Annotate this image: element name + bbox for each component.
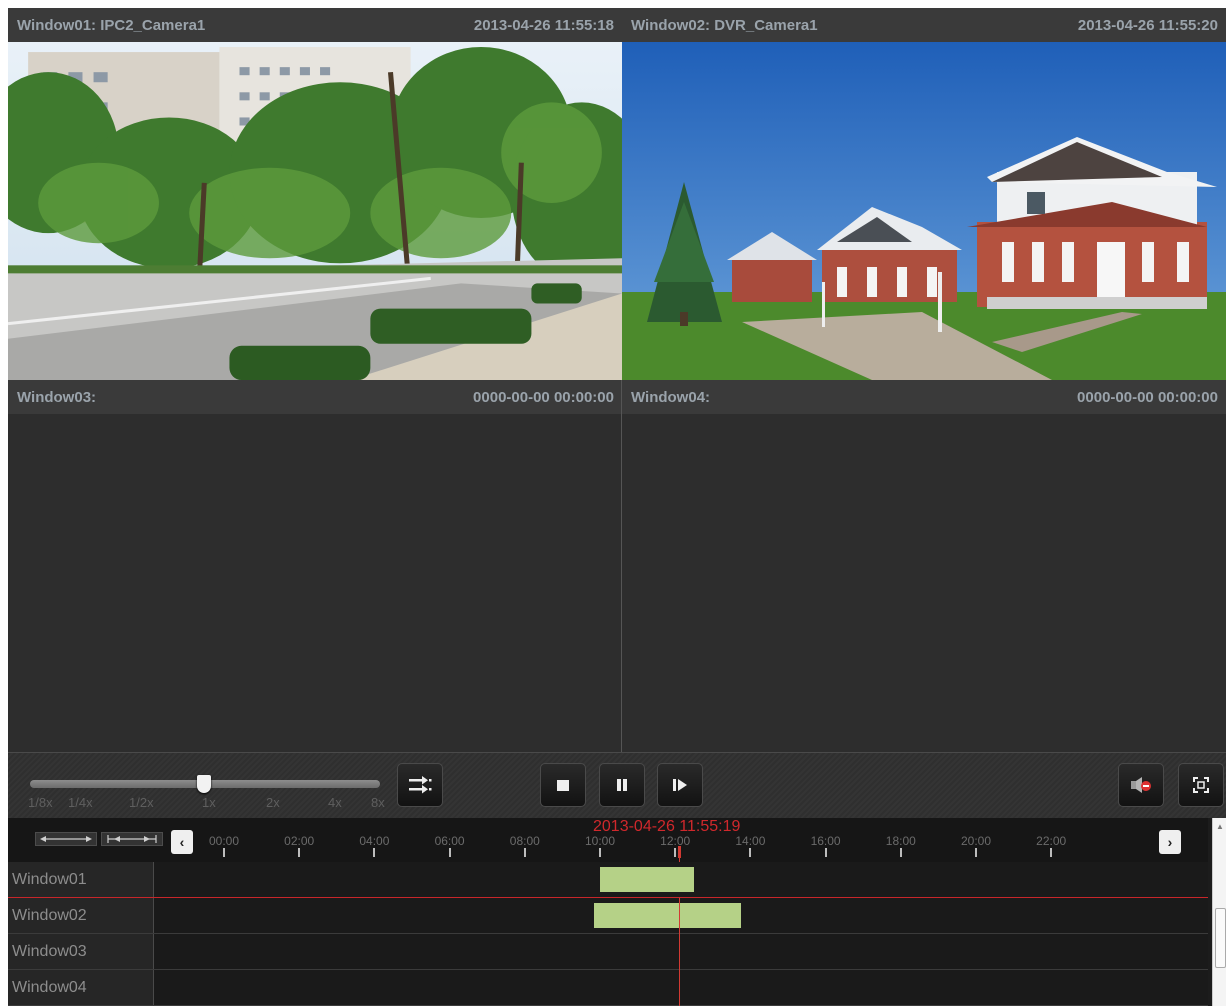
track-area[interactable] — [154, 862, 1208, 897]
hour-tick-label: 20:00 — [960, 834, 992, 848]
time-ruler[interactable]: ‹ 00:00 02:00 04:00 06:00 08:00 10:00 12:00 14:… — [8, 818, 1208, 862]
video-window-1-header: Window01: IPC2_Camera1 2013-04-26 11:55:… — [8, 8, 622, 42]
hour-tick-label: 14:00 — [735, 834, 766, 848]
speed-label: 1x — [202, 795, 216, 810]
video-window-2-title: Window02: DVR_Camera1 — [631, 16, 818, 34]
hour-tick-label: 08:00 — [509, 834, 540, 848]
hour-tick-label: 22:00 — [1036, 834, 1067, 848]
scroll-up-icon[interactable]: ▲ — [1216, 822, 1224, 831]
hour-tick-mark — [899, 848, 902, 857]
street-scene-video — [8, 42, 622, 380]
speed-label: 1/2x — [129, 795, 154, 810]
video-window-3[interactable]: Window03: 0000-00-00 00:00:00 — [8, 380, 622, 752]
playback-mode-button[interactable] — [397, 763, 443, 807]
video-window-1-timestamp: 2013-04-26 11:55:18 — [473, 16, 614, 34]
chevron-right-icon: › — [1167, 834, 1173, 850]
playback-control-bar: 1/8x 1/4x 1/2x 1x 2x 4x 8x — [8, 752, 1226, 818]
villa-scene-video — [622, 42, 1226, 380]
speed-labels: 1/8x 1/4x 1/2x 1x 2x 4x 8x — [28, 795, 388, 813]
single-frame-button[interactable] — [657, 763, 703, 807]
speed-slider-knob[interactable] — [197, 775, 211, 793]
video-window-3-feed[interactable] — [8, 414, 622, 752]
playback-app: Window01: IPC2_Camera1 2013-04-26 11:55:… — [0, 0, 1226, 1006]
recording-segment[interactable] — [593, 903, 741, 928]
video-window-2[interactable]: Window02: DVR_Camera1 2013-04-26 11:55:2… — [622, 8, 1226, 380]
chevron-left-icon: ‹ — [179, 834, 185, 850]
video-window-2-header: Window02: DVR_Camera1 2013-04-26 11:55:2… — [622, 8, 1226, 42]
video-window-1[interactable]: Window01: IPC2_Camera1 2013-04-26 11:55:… — [8, 8, 622, 380]
single-frame-icon — [673, 779, 687, 791]
current-playback-time: 2013-04-26 11:55:19 — [593, 818, 741, 835]
contract-arrows-icon — [107, 835, 157, 843]
track-area[interactable] — [154, 934, 1208, 969]
video-window-1-title: Window01: IPC2_Camera1 — [17, 16, 206, 34]
hour-tick-label: 16:00 — [810, 834, 841, 848]
stop-button[interactable] — [540, 763, 586, 807]
hour-tick-mark — [1050, 848, 1053, 857]
timeline-next-button[interactable]: › — [1159, 830, 1181, 854]
video-window-4-header: Window04: 0000-00-00 00:00:00 — [622, 380, 1226, 414]
track-area[interactable] — [154, 970, 1208, 1005]
hour-tick-label: 10:00 — [584, 834, 616, 848]
hour-tick-mark — [975, 848, 977, 857]
video-window-2-timestamp: 2013-04-26 11:55:20 — [1077, 16, 1218, 34]
zoom-in-button[interactable] — [101, 832, 163, 846]
hour-tick-mark — [523, 848, 526, 857]
track-label: Window04 — [8, 970, 154, 1005]
recording-segment[interactable] — [600, 867, 694, 892]
hour-tick-label: 12:00 — [660, 834, 691, 848]
zoom-out-button[interactable] — [35, 832, 97, 846]
track-label: Window02 — [8, 898, 154, 933]
hour-tick-mark — [749, 848, 752, 857]
video-window-1-feed[interactable] — [8, 42, 622, 380]
speed-label: 1/8x — [28, 795, 53, 810]
video-window-4[interactable]: Window04: 0000-00-00 00:00:00 — [622, 380, 1226, 752]
video-window-3-timestamp: 0000-00-00 00:00:00 — [473, 388, 614, 406]
track-area[interactable] — [154, 898, 1208, 933]
video-window-4-title: Window04: — [631, 388, 711, 406]
hour-tick-mark — [373, 848, 376, 857]
track-label: Window01 — [8, 862, 154, 897]
hour-tick-label: 06:00 — [434, 834, 465, 848]
speed-label: 2x — [266, 795, 280, 810]
pause-button[interactable] — [599, 763, 645, 807]
speed-label: 1/4x — [68, 795, 93, 810]
hour-tick-label: 04:00 — [359, 834, 390, 848]
scrollbar-thumb[interactable] — [1215, 908, 1226, 968]
track-row-window04[interactable]: Window04 — [8, 970, 1208, 1006]
hour-tick-mark — [599, 848, 601, 857]
audio-button[interactable] — [1118, 763, 1164, 807]
speed-label: 4x — [328, 795, 342, 810]
video-window-2-feed[interactable] — [622, 42, 1226, 380]
hour-tick-mark — [674, 848, 677, 857]
hour-tick-label: 00:00 — [208, 834, 240, 848]
hour-tick-mark — [298, 848, 301, 857]
speed-label: 8x — [371, 795, 385, 810]
track-row-window03[interactable]: Window03 — [8, 934, 1208, 970]
fullscreen-button[interactable] — [1178, 763, 1224, 807]
track-row-window01[interactable]: Window01 — [8, 862, 1208, 898]
hour-tick-label: 18:00 — [885, 834, 916, 848]
video-window-3-title: Window03: — [17, 388, 97, 406]
video-window-4-feed[interactable] — [622, 414, 1226, 752]
fullscreen-icon — [1193, 777, 1209, 793]
hour-tick-label: 02:00 — [284, 834, 315, 848]
track-label: Window03 — [8, 934, 154, 969]
hour-tick-mark — [223, 848, 225, 857]
timeline-panel: ‹ 00:00 02:00 04:00 06:00 08:00 10:00 12:00 14:… — [8, 818, 1226, 1006]
pause-icon — [617, 779, 627, 791]
timeline-prev-button[interactable]: ‹ — [171, 830, 193, 854]
timeline-scrollbar[interactable]: ▲ — [1212, 818, 1226, 1006]
audio-mute-icon — [1131, 777, 1151, 793]
video-window-3-header: Window03: 0000-00-00 00:00:00 — [8, 380, 622, 414]
stop-icon — [557, 780, 569, 791]
track-row-window02[interactable]: Window02 — [8, 898, 1208, 934]
video-window-4-timestamp: 0000-00-00 00:00:00 — [1077, 388, 1218, 406]
hour-tick-mark — [824, 848, 827, 857]
playback-mode-icon — [409, 776, 432, 794]
expand-arrows-icon — [40, 836, 92, 842]
hour-tick-mark — [448, 848, 451, 857]
